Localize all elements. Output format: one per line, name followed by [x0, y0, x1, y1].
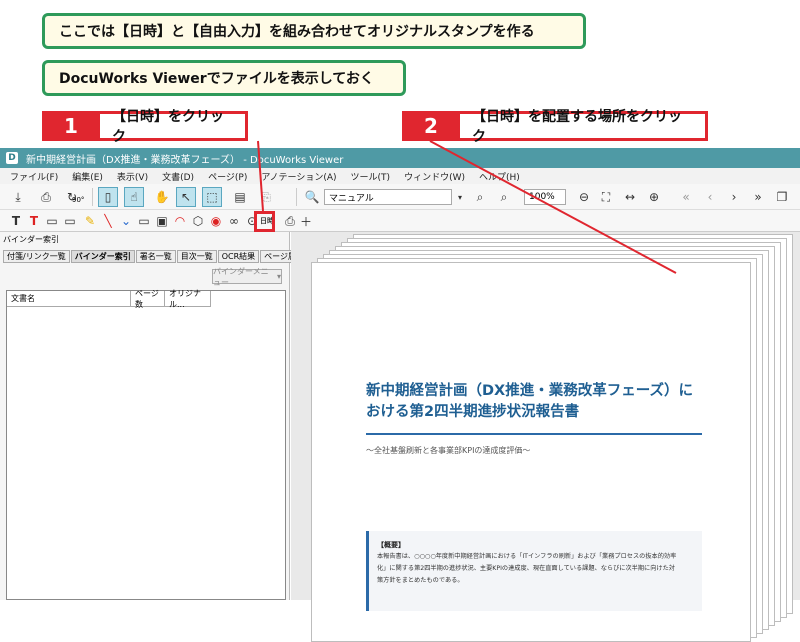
menu-annotation[interactable]: アノテーション(A) — [261, 170, 336, 183]
fit-width-icon[interactable]: ↔ — [620, 187, 640, 207]
print-icon[interactable]: ⎙ — [36, 187, 56, 207]
step-1-callout: 1 【日時】をクリック — [42, 109, 248, 145]
zoom-in-icon[interactable]: ⊕ — [644, 187, 664, 207]
doc-title-line-2: おける第2四半期進捗状況報告書 — [366, 404, 580, 420]
rect-fill-icon[interactable]: ▣ — [152, 211, 172, 231]
add-annotation-icon[interactable]: ＋ — [296, 211, 316, 231]
pen-icon[interactable]: ✎ — [80, 211, 100, 231]
title-underline — [366, 433, 702, 435]
instruction-text-1: ここでは【日時】と【自由入力】を組み合わせてオリジナルスタンプを作る — [59, 24, 535, 40]
export-icon[interactable]: ⎘ — [256, 187, 276, 207]
view-mode-select[interactable]: マニュアル — [324, 189, 452, 205]
window-title: 新中期経営計画（DX推進・業務改革フェーズ） - DocuWorks Viewe… — [26, 154, 344, 166]
instruction-text-2: DocuWorks Viewerでファイルを表示しておく — [59, 71, 374, 87]
instruction-banner-2: DocuWorks Viewerでファイルを表示しておく — [42, 60, 406, 96]
search-icon[interactable]: 🔍 — [302, 187, 322, 207]
polygon-icon[interactable]: ⬡ — [188, 211, 208, 231]
chevron-down-icon: ▾ — [276, 272, 281, 281]
main-toolbar: ⤓ ⎙ ↻ 90° ▯ ☝ ✋ ↖ ⬚ ▤ ⎘ 🔍 マニュアル ▾ ⌕ ⌕ 10… — [0, 184, 800, 210]
step-1-number: 1 — [42, 111, 100, 141]
summary-line-3: 策方針をまとめたものである。 — [377, 577, 464, 584]
menu-bar: ファイル(F) 編集(E) 表示(V) 文書(D) ページ(P) アノテーション… — [0, 168, 800, 184]
step-2-number: 2 — [402, 111, 460, 141]
tab-toc[interactable]: 目次一覧 — [176, 250, 217, 263]
document-area[interactable]: 新中期経営計画（DX推進・業務改革フェーズ）に おける第2四半期進捗状況報告書 … — [291, 232, 800, 642]
link-icon[interactable]: ∞ — [224, 211, 244, 231]
summary-body: 本報告書は、○○○○年度新中期経営計画における「ITインフラの刷新」および「業務… — [377, 551, 699, 587]
annotation-select-icon[interactable]: ⬚ — [202, 187, 222, 207]
text-icon[interactable]: T — [6, 211, 26, 231]
menu-window[interactable]: ウィンドウ(W) — [404, 170, 465, 183]
instruction-banner-1: ここでは【日時】と【自由入力】を組み合わせてオリジナルスタンプを作る — [42, 13, 586, 49]
panel-tabs: 付箋/リンク一覧 バインダー索引 署名一覧 目次一覧 OCR結果 ページ属性 — [3, 250, 309, 263]
menu-help[interactable]: ヘルプ(H) — [479, 170, 520, 183]
menu-file[interactable]: ファイル(F) — [10, 170, 58, 183]
summary-heading: 【概要】 — [377, 541, 405, 549]
step-2-callout: 2 【日時】を配置する場所をクリック — [402, 109, 708, 145]
binder-menu-label: バインダーメニュー — [213, 266, 269, 287]
clipboard-icon[interactable]: ▤ — [230, 187, 250, 207]
fit-page-icon[interactable]: ⛶ — [596, 187, 616, 207]
single-page-icon[interactable]: ▯ — [98, 187, 118, 207]
step-1-text: 【日時】をクリック — [100, 109, 248, 145]
step-2-text: 【日時】を配置する場所をクリック — [460, 109, 708, 145]
prev-page-icon[interactable]: ‹ — [700, 187, 720, 207]
line-icon[interactable]: ╲ — [98, 211, 118, 231]
document-list[interactable]: 文書名 ページ数 オリジナル... — [6, 289, 286, 600]
summary-box: 【概要】 本報告書は、○○○○年度新中期経営計画における「ITインフラの刷新」お… — [366, 531, 702, 611]
doc-subtitle: 〜全社基盤刷新と各事業部KPIの達成度評価〜 — [366, 446, 531, 455]
binder-menu-button[interactable]: バインダーメニュー ▾ — [212, 267, 282, 287]
marker-icon[interactable]: ▭ — [42, 211, 62, 231]
last-page-icon[interactable]: » — [748, 187, 768, 207]
menu-view[interactable]: 表示(V) — [117, 170, 148, 183]
menu-document[interactable]: 文書(D) — [162, 170, 194, 183]
column-header-name[interactable]: 文書名 — [7, 291, 131, 307]
ellipse-icon[interactable]: ◠ — [170, 211, 190, 231]
menu-edit[interactable]: 編集(E) — [72, 170, 103, 183]
tab-ocr[interactable]: OCR結果 — [217, 250, 260, 263]
tab-binder-index[interactable]: バインダー索引 — [70, 250, 135, 263]
date-time-highlight — [254, 211, 275, 232]
doc-title-line-1: 新中期経営計画（DX推進・業務改革フェーズ）に — [366, 383, 693, 399]
hand-select-icon[interactable]: ☝ — [124, 187, 144, 207]
doc-title: 新中期経営計画（DX推進・業務改革フェーズ）に おける第2四半期進捗状況報告書 — [366, 381, 693, 423]
select-arrow-icon[interactable]: ↖ — [176, 187, 196, 207]
current-page[interactable]: 新中期経営計画（DX推進・業務改革フェーズ）に おける第2四半期進捗状況報告書 … — [311, 262, 751, 642]
view-mode-value: マニュアル — [329, 193, 374, 204]
eraser-icon[interactable]: ▭ — [60, 211, 80, 231]
zoom-value: 100% — [529, 192, 555, 202]
panel-title: バインダー索引 — [3, 235, 59, 244]
rotate-label: 90° — [72, 196, 85, 204]
tab-sticky-link[interactable]: 付箋/リンク一覧 — [3, 250, 70, 263]
pages-icon[interactable]: ❐ — [772, 187, 792, 207]
app-icon: D — [6, 152, 18, 164]
chevron-down-icon[interactable]: ▾ — [450, 187, 470, 207]
menu-tools[interactable]: ツール(T) — [351, 170, 391, 183]
first-page-icon[interactable]: « — [676, 187, 696, 207]
stamp-icon[interactable]: ◉ — [206, 211, 226, 231]
column-header-original[interactable]: オリジナル... — [165, 289, 211, 309]
find-prev-icon[interactable]: ⌕ — [470, 187, 490, 207]
column-header-pages[interactable]: ページ数 — [131, 289, 165, 309]
summary-line-2: 化」に関する第2四半期の進捗状況、主要KPIの達成度、現在直面している課題、なら… — [377, 565, 675, 572]
next-page-icon[interactable]: › — [724, 187, 744, 207]
save-icon[interactable]: ⤓ — [8, 187, 28, 207]
tab-signatures[interactable]: 署名一覧 — [135, 250, 176, 263]
hand-tool-icon[interactable]: ✋ — [152, 187, 172, 207]
rectangle-icon[interactable]: ▭ — [134, 211, 154, 231]
text-color-icon[interactable]: T — [24, 211, 44, 231]
summary-line-1: 本報告書は、○○○○年度新中期経営計画における「ITインフラの刷新」および「業務… — [377, 553, 677, 560]
menu-page[interactable]: ページ(P) — [208, 170, 247, 183]
toolbar-divider — [296, 188, 297, 206]
polyline-icon[interactable]: ⌄ — [116, 211, 136, 231]
zoom-out-icon[interactable]: ⊖ — [574, 187, 594, 207]
toolbar-divider — [92, 188, 93, 206]
window-titlebar: D 新中期経営計画（DX推進・業務改革フェーズ） - DocuWorks Vie… — [0, 148, 800, 168]
find-next-icon[interactable]: ⌕ — [494, 187, 514, 207]
zoom-select[interactable]: 100% — [524, 189, 566, 205]
annotation-toolbar: T T ▭ ▭ ✎ ╲ ⌄ ▭ ▣ ◠ ⬡ ◉ ∞ ⊙ 日時 ⎙ ＋ — [0, 210, 800, 232]
